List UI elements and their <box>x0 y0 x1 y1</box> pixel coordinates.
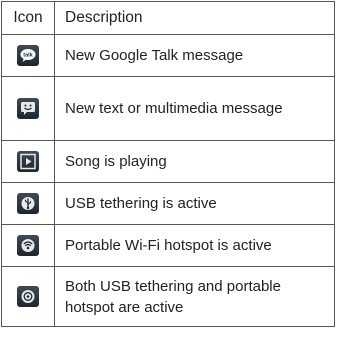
table-row: talk New Google Talk message <box>1 34 335 77</box>
table-row: Portable Wi-Fi hotspot is active <box>1 224 335 267</box>
text-multimedia-message-icon <box>17 98 39 119</box>
row-description: USB tethering is active <box>54 182 335 225</box>
row-description: Portable Wi-Fi hotspot is active <box>54 224 335 267</box>
row-description: Both USB tethering and portable hotspot … <box>54 266 335 327</box>
row-description: Song is playing <box>54 140 335 183</box>
wifi-hotspot-icon <box>17 235 39 256</box>
usb-and-hotspot-icon <box>17 286 39 307</box>
row-description: New Google Talk message <box>54 34 335 77</box>
song-playing-icon <box>17 151 39 172</box>
row-description: New text or multimedia message <box>54 76 335 141</box>
table-row: Song is playing <box>1 140 335 183</box>
status-icons-table: Icon Description talk New Google Talk me… <box>1 1 335 327</box>
google-talk-icon: talk <box>17 45 39 66</box>
header-icon: Icon <box>1 1 55 35</box>
header-description: Description <box>54 1 335 35</box>
table-row: Both USB tethering and portable hotspot … <box>1 266 335 327</box>
usb-tethering-icon <box>17 193 39 214</box>
table-header-row: Icon Description <box>1 1 335 35</box>
table-row: USB tethering is active <box>1 182 335 225</box>
table-row: New text or multimedia message <box>1 76 335 141</box>
svg-text:talk: talk <box>23 53 33 59</box>
